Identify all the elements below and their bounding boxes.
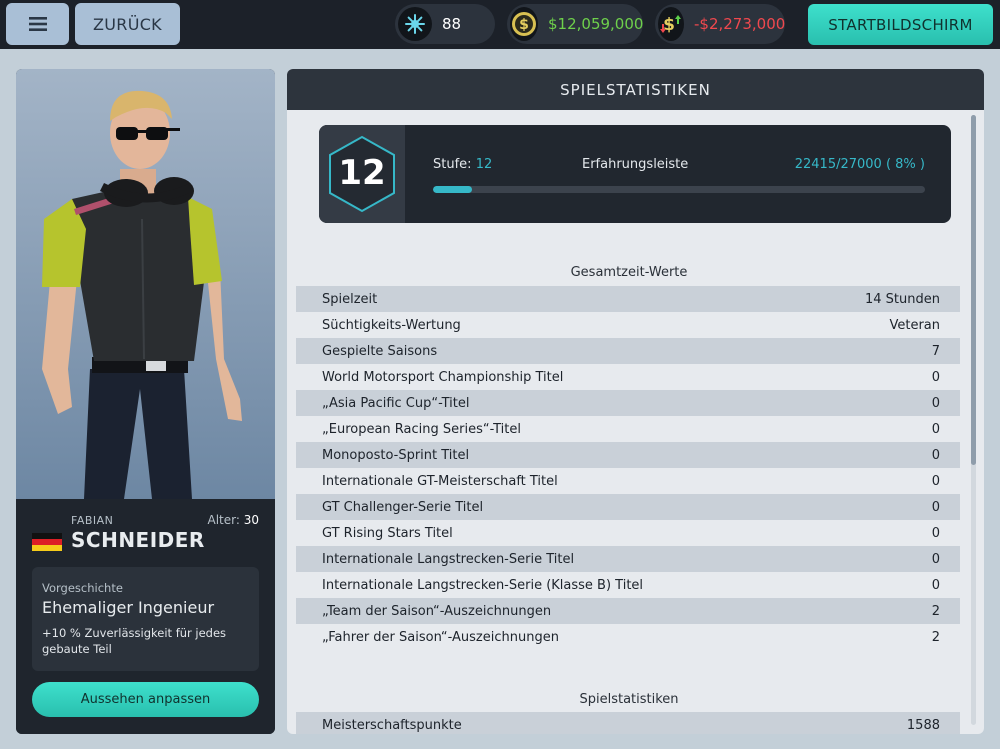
section-title-total: Gesamtzeit-Werte: [570, 265, 688, 280]
balance-change-counter[interactable]: $ -$2,273,000: [655, 4, 785, 44]
row-label: „Team der Saison“-Auszeichnungen: [322, 603, 552, 619]
row-label: „Asia Pacific Cup“-Titel: [322, 395, 470, 411]
statistics-header: SPIELSTATISTIKEN: [287, 69, 984, 110]
row-label: Meisterschaftspunkte: [322, 717, 462, 733]
driver-age: Alter: 30: [207, 513, 259, 527]
row-value: 0: [931, 421, 940, 437]
row-label: World Motorsport Championship Titel: [322, 369, 564, 385]
table-row: Gespielte Saisons 7: [296, 338, 960, 364]
age-value: 30: [243, 513, 259, 527]
background-title: Ehemaliger Ingenieur: [42, 598, 215, 617]
level-text: Stufe: 12: [433, 157, 492, 172]
row-value: 0: [931, 369, 940, 385]
scrollbar-thumb[interactable]: [971, 115, 976, 465]
money-value: $12,059,000: [548, 15, 644, 33]
section-title-game: Spielstatistiken: [579, 692, 679, 707]
customize-appearance-button[interactable]: Aussehen anpassen: [32, 682, 259, 717]
row-label: Spielzeit: [322, 291, 378, 307]
balance-change-value: -$2,273,000: [694, 15, 786, 33]
level-value: 12: [475, 157, 493, 172]
background-description: +10 % Zuverlässigkeit für jedes gebaute …: [42, 626, 227, 656]
row-value: 0: [931, 395, 940, 411]
row-label: Internationale Langstrecken-Serie Titel: [322, 551, 575, 567]
dollar-coin-icon: $: [510, 7, 538, 41]
table-row: GT Rising Stars Titel 0: [296, 520, 960, 546]
row-label: Internationale Langstrecken-Serie (Klass…: [322, 577, 644, 593]
row-value: 2: [931, 603, 940, 619]
xp-progress-bar: [433, 186, 925, 193]
row-label: GT Challenger-Serie Titel: [322, 499, 484, 515]
table-row: Süchtigkeits-Wertung Veteran: [296, 312, 960, 338]
row-value: 1588: [906, 717, 940, 733]
level-card: 12 Stufe: 12 Erfahrungsleiste 22415/2700…: [319, 125, 951, 223]
row-value: 0: [931, 525, 940, 541]
driver-panel: FABIAN SCHNEIDER Alter: 30 Vorgeschichte…: [16, 69, 275, 734]
stats-table: Spielzeit 14 Stunden Süchtigkeits-Wertung V…: [296, 286, 960, 650]
row-value: 0: [931, 577, 940, 593]
token-count: 88: [442, 15, 462, 33]
row-label: Monoposto-Sprint Titel: [322, 447, 470, 463]
background-box: Vorgeschichte Ehemaliger Ingenieur +10 %…: [32, 567, 259, 671]
driver-portrait: [16, 69, 275, 499]
table-row: Monoposto-Sprint Titel 0: [296, 442, 960, 468]
row-label: „European Racing Series“-Titel: [322, 421, 521, 437]
table-row: „European Racing Series“-Titel 0: [296, 416, 960, 442]
row-value: 0: [931, 551, 940, 567]
table-row: Internationale GT-Meisterschaft Titel 0: [296, 468, 960, 494]
level-number: 12: [338, 153, 386, 193]
row-label: Gespielte Saisons: [322, 343, 438, 359]
level-badge: 12: [319, 125, 405, 223]
table-row: Meisterschaftspunkte 1588: [296, 712, 960, 734]
table-row: „Team der Saison“-Auszeichnungen 2: [296, 598, 960, 624]
row-value: Veteran: [889, 317, 940, 333]
row-value: 0: [931, 473, 940, 489]
flag-germany-icon: [32, 533, 62, 551]
xp-label: Erfahrungsleiste: [582, 157, 689, 172]
level-label: Stufe:: [433, 157, 472, 172]
table-row: World Motorsport Championship Titel 0: [296, 364, 960, 390]
table-row: „Fahrer der Saison“-Auszeichnungen 2: [296, 624, 960, 650]
table-row: Internationale Langstrecken-Serie Titel 0: [296, 546, 960, 572]
row-label: „Fahrer der Saison“-Auszeichnungen: [322, 629, 559, 645]
money-counter[interactable]: $ $12,059,000: [507, 4, 643, 44]
row-value: 14 Stunden: [865, 291, 940, 307]
row-label: GT Rising Stars Titel: [322, 525, 453, 541]
row-value: 2: [931, 629, 940, 645]
driver-first-name: FABIAN: [71, 514, 114, 527]
hamburger-icon: [28, 17, 47, 31]
back-button[interactable]: ZURÜCK: [75, 3, 180, 45]
svg-text:$: $: [519, 17, 529, 33]
row-value: 7: [931, 343, 940, 359]
top-bar: ZURÜCK 88 $ $12,059,000 $ -$2,273,000 ST…: [0, 0, 1000, 49]
table-row: GT Challenger-Serie Titel 0: [296, 494, 960, 520]
row-label: Süchtigkeits-Wertung: [322, 317, 461, 333]
table-row: Spielzeit 14 Stunden: [296, 286, 960, 312]
row-value: 0: [931, 447, 940, 463]
table-row: „Asia Pacific Cup“-Titel 0: [296, 390, 960, 416]
xp-progress-fill: [433, 186, 473, 193]
background-caption: Vorgeschichte: [42, 581, 123, 595]
xp-value: 22415/27000 ( 8% ): [794, 157, 925, 172]
money-flow-icon: $: [658, 7, 684, 41]
token-counter[interactable]: 88: [395, 4, 495, 44]
driver-info: FABIAN SCHNEIDER Alter: 30 Vorgeschichte…: [16, 499, 275, 734]
menu-button[interactable]: [6, 3, 69, 45]
token-icon: [398, 7, 432, 41]
row-value: 0: [931, 499, 940, 515]
age-label: Alter:: [207, 513, 240, 527]
svg-text:$: $: [663, 15, 675, 35]
driver-last-name: SCHNEIDER: [71, 528, 205, 552]
home-screen-button[interactable]: STARTBILDSCHIRM: [808, 4, 993, 45]
table-row: Internationale Langstrecken-Serie (Klass…: [296, 572, 960, 598]
statistics-panel: SPIELSTATISTIKEN 12 Stufe: 12 Erfahrungs…: [287, 69, 984, 734]
row-label: Internationale GT-Meisterschaft Titel: [322, 473, 558, 489]
